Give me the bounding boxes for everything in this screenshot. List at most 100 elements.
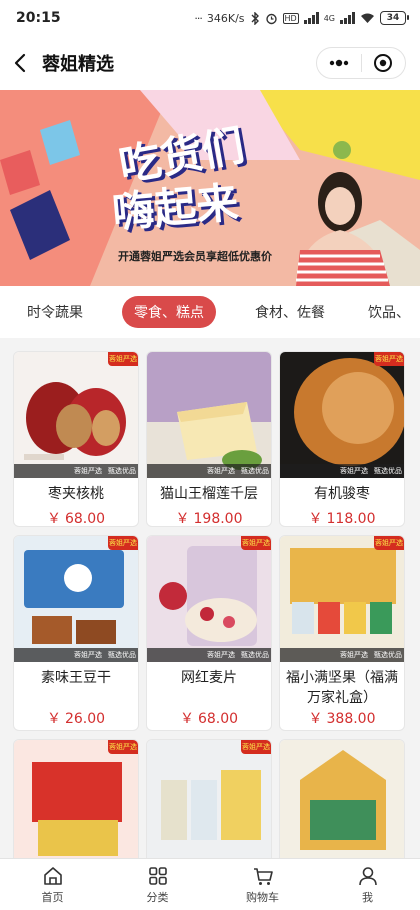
promo-banner[interactable]: 吃货们 嗨起来 开通蓉姐严选会员享超低优惠价 [0, 90, 420, 286]
product-strip: 蓉姐严选 甄选优品 [280, 464, 404, 478]
status-indicators: ··· 346K/s HD 4G 34 [194, 11, 409, 25]
product-badge: 蓉姐严选 [108, 352, 138, 366]
product-card[interactable] [279, 739, 405, 858]
battery-level: 34 [386, 13, 400, 23]
product-name: 枣夹核桃 [48, 486, 104, 502]
product-card[interactable]: 蓉姐严选 [13, 739, 139, 858]
product-badge: 蓉姐严选 [374, 352, 404, 366]
currency-symbol: ￥ [308, 511, 323, 527]
product-image [147, 536, 271, 662]
nav-label: 我 [362, 890, 373, 904]
battery-icon: 34 [380, 11, 409, 25]
currency-symbol: ￥ [175, 511, 190, 527]
strip-label-right: 甄选优品 [374, 467, 402, 475]
product-strip: 蓉姐严选 甄选优品 [147, 464, 271, 478]
product-image [14, 352, 138, 478]
signal-icon-2 [340, 12, 355, 24]
strip-label-left: 蓉姐严选 [340, 467, 368, 475]
chevron-left-icon [14, 53, 26, 73]
product-image [280, 740, 404, 858]
product-badge: 蓉姐严选 [241, 740, 271, 754]
strip-label-left: 蓉姐严选 [207, 651, 235, 659]
category-tabs: 时令蔬果 零食、糕点 食材、佐餐 饮品、 [0, 286, 420, 338]
currency-symbol: ￥ [179, 711, 194, 727]
product-image [14, 740, 138, 858]
product-name: 网红麦片 [181, 670, 237, 686]
status-time: 20:15 [16, 10, 61, 26]
nav-label: 分类 [146, 890, 169, 904]
product-price: ￥ 68.00 [14, 508, 138, 527]
product-strip: 蓉姐严选 甄选优品 [147, 648, 271, 662]
tab-ingredients-condiments[interactable]: 食材、佐餐 [252, 296, 328, 328]
nav-label: 首页 [41, 890, 64, 904]
product-strip: 蓉姐严选 甄选优品 [14, 648, 138, 662]
header: 蓉姐精选 [0, 36, 420, 90]
home-icon [43, 866, 62, 885]
cart-icon [253, 867, 273, 885]
more-button[interactable] [317, 48, 361, 78]
product-card[interactable]: 蓉姐严选 蓉姐严选 甄选优品 素味王豆干 ￥ 26.00 [13, 535, 139, 731]
product-name: 有机骏枣 [314, 486, 370, 502]
network-type: 4G [323, 13, 335, 23]
strip-label-right: 甄选优品 [108, 651, 136, 659]
status-dots: ··· [194, 11, 202, 25]
nav-category[interactable]: 分类 [105, 859, 210, 910]
product-image [147, 740, 271, 858]
signal-icon [303, 12, 319, 24]
nav-home[interactable]: 首页 [0, 859, 105, 910]
page-title: 蓉姐精选 [42, 54, 114, 75]
product-name: 猫山王榴莲千层 [160, 486, 258, 502]
target-icon [374, 54, 393, 72]
product-price: ￥ 26.00 [14, 708, 138, 728]
strip-label-left: 蓉姐严选 [207, 467, 235, 475]
price-value: 388.00 [326, 711, 376, 727]
tab-snacks-pastries[interactable]: 零食、糕点 [122, 296, 216, 328]
product-name: 福小满坚果（福满万家礼盒） [286, 670, 398, 706]
product-badge: 蓉姐严选 [374, 536, 404, 550]
more-dots-icon [329, 59, 348, 67]
banner-subtitle: 开通蓉姐严选会员享超低优惠价 [118, 250, 272, 263]
nav-cart[interactable]: 购物车 [210, 859, 315, 910]
bottom-nav: 首页 分类 购物车 我 [0, 858, 420, 910]
wifi-icon [361, 13, 374, 23]
currency-symbol: ￥ [46, 511, 61, 527]
product-card[interactable]: 蓉姐严选 蓉姐严选 甄选优品 枣夹核桃 ￥ 68.00 [13, 351, 139, 527]
product-card[interactable]: 蓉姐严选 甄选优品 猫山王榴莲千层 ￥ 198.00 [146, 351, 272, 527]
product-card[interactable]: 蓉姐严选 蓉姐严选 甄选优品 福小满坚果（福满万家礼盒） ￥ 388.00 [279, 535, 405, 731]
nav-label: 购物车 [246, 890, 279, 904]
product-image [280, 352, 404, 478]
strip-label-right: 甄选优品 [241, 467, 269, 475]
price-value: 68.00 [197, 711, 239, 727]
status-bar: 20:15 ··· 346K/s HD 4G 34 [0, 0, 420, 36]
mini-program-capsule [316, 47, 406, 79]
strip-label-left: 蓉姐严选 [74, 467, 102, 475]
currency-symbol: ￥ [308, 711, 323, 727]
tab-drinks[interactable]: 饮品、 [368, 296, 420, 328]
strip-label-left: 蓉姐严选 [74, 651, 102, 659]
product-price: ￥ 118.00 [280, 508, 404, 527]
product-badge: 蓉姐严选 [241, 536, 271, 550]
currency-symbol: ￥ [46, 711, 61, 727]
product-card[interactable]: 蓉姐严选 蓉姐严选 甄选优品 有机骏枣 ￥ 118.00 [279, 351, 405, 527]
user-icon [358, 866, 377, 885]
product-image [147, 352, 271, 478]
product-price: ￥ 68.00 [147, 708, 271, 728]
hd-badge: HD [282, 12, 299, 24]
bluetooth-icon [251, 11, 259, 25]
product-name: 素味王豆干 [41, 670, 111, 686]
alarm-icon [265, 13, 277, 24]
tab-seasonal-produce[interactable]: 时令蔬果 [20, 296, 90, 328]
product-price: ￥ 388.00 [280, 708, 404, 728]
close-mini-program-button[interactable] [362, 48, 406, 78]
strip-label-right: 甄选优品 [241, 651, 269, 659]
product-card[interactable]: 蓉姐严选 [146, 739, 272, 858]
strip-label-left: 蓉姐严选 [340, 651, 368, 659]
network-speed: 346K/s [206, 11, 245, 25]
product-card[interactable]: 蓉姐严选 蓉姐严选 甄选优品 网红麦片 ￥ 68.00 [146, 535, 272, 731]
price-value: 198.00 [193, 511, 243, 527]
product-strip: 蓉姐严选 甄选优品 [14, 464, 138, 478]
nav-me[interactable]: 我 [315, 859, 420, 910]
price-value: 26.00 [64, 711, 106, 727]
back-button[interactable] [0, 36, 40, 90]
product-image [14, 536, 138, 662]
